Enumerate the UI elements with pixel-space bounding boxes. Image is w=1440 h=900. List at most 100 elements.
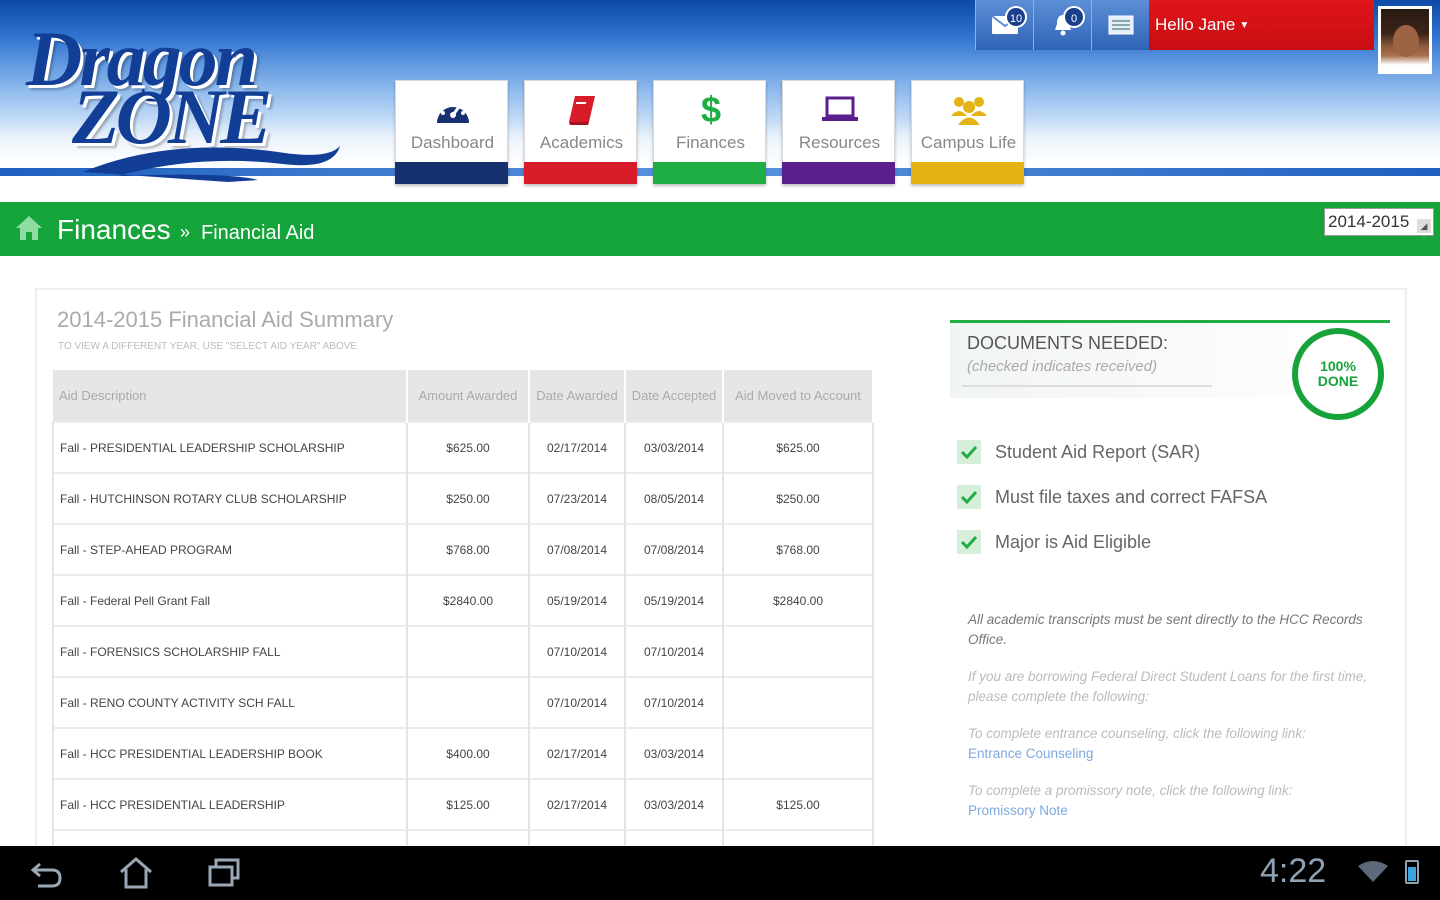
laptop-icon [821,96,858,121]
entrance-counseling-text: To complete entrance counseling, click t… [968,726,1306,741]
checkmark-icon [961,535,977,549]
list-icon [1108,15,1133,35]
tab-finances-colorbar [653,162,766,184]
checkbox-checked [957,485,981,509]
amount-awarded: $250.00 [407,472,530,524]
back-icon[interactable] [30,856,64,890]
col-aid-description: Aid Description [53,370,408,422]
promissory-note-note: To complete a promissory note, click the… [968,781,1368,821]
table-row: Fall - FORENSICS SCHOLARSHIP FALL 07/10/… [52,625,874,677]
date-accepted: 03/03/2014 [625,727,724,779]
people-icon [950,97,987,125]
date-accepted: 03/03/2014 [625,778,724,830]
entrance-counseling-note: To complete entrance counseling, click t… [968,724,1368,764]
status-clock: 4:22 [1260,852,1327,890]
checkbox-checked [957,440,981,464]
documents-title: DOCUMENTS NEEDED: [967,333,1169,353]
tab-dashboard-label: Dashboard [410,133,495,152]
user-menu-button[interactable]: Hello Jane ▼ [1149,0,1374,50]
tab-dashboard[interactable]: Dashboard [395,80,508,184]
tab-academics[interactable]: Academics [524,80,637,184]
date-accepted: 05/19/2014 [625,574,724,626]
date-accepted: 07/10/2014 [625,676,724,728]
entrance-counseling-link[interactable]: Entrance Counseling [968,744,1368,764]
date-accepted: 03/03/2014 [625,421,724,473]
aid-moved [723,625,874,677]
document-label: Student Aid Report (SAR) [995,441,1201,462]
aid-description: Fall - RENO COUNTY ACTIVITY SCH FALL [52,676,408,728]
date-accepted: 08/05/2014 [625,472,724,524]
table-row: Fall - PRESIDENTIAL LEADERSHIP SCHOLARSH… [52,421,874,473]
document-label: Major is Aid Eligible [995,531,1152,552]
date-accepted: 07/08/2014 [625,523,724,575]
financial-aid-table: Aid Description Amount Awarded Date Awar… [52,370,874,881]
checkbox-checked [957,530,981,554]
promissory-note-link[interactable]: Promissory Note [968,801,1368,821]
col-date-accepted: Date Accepted [625,370,724,422]
loans-note: If you are borrowing Federal Direct Stud… [968,669,1368,704]
aid-year-value: 2014-2015 [1328,212,1410,231]
amount-awarded [407,676,530,728]
messages-button[interactable]: 10 [975,0,1033,50]
breadcrumb-section[interactable]: Finances [57,214,171,246]
home-icon[interactable] [14,214,44,242]
breadcrumb: Finances » Financial Aid [0,202,1440,256]
battery-level [1408,867,1416,881]
notifications-button[interactable]: 0 [1033,0,1091,50]
home-nav-icon[interactable] [118,856,154,890]
checkmark-icon [961,445,977,459]
date-awarded: 02/17/2014 [529,778,626,830]
greeting-label: Hello Jane [1155,15,1236,34]
date-awarded: 02/17/2014 [529,421,626,473]
main-nav: Dashboard Academics $ Finances Resources… [395,80,1024,184]
aid-description: Fall - PRESIDENTIAL LEADERSHIP SCHOLARSH… [52,421,408,473]
system-navigation-bar [0,846,1440,900]
breadcrumb-separator: » [180,222,191,242]
dashboard-gauge-icon [436,100,469,123]
date-awarded: 07/23/2014 [529,472,626,524]
table-header-row: Aid Description Amount Awarded Date Awar… [53,370,874,422]
document-label: Must file taxes and correct FAFSA [995,486,1268,507]
aid-description: Fall - Federal Pell Grant Fall [52,574,408,626]
amount-awarded: $2840.00 [407,574,530,626]
amount-awarded: $768.00 [407,523,530,575]
avatar-face [1393,25,1419,57]
aid-description: Fall - FORENSICS SCHOLARSHIP FALL [52,625,408,677]
aid-moved [723,727,874,779]
aid-moved: $768.00 [723,523,874,575]
book-icon [568,96,595,125]
select-arrow-icon: ◢ [1417,219,1431,233]
tab-campus-life[interactable]: Campus Life [911,80,1024,184]
date-awarded: 05/19/2014 [529,574,626,626]
dollar-icon: $ [700,92,720,128]
transcripts-note: All academic transcripts must be sent di… [968,612,1363,647]
amount-awarded: $125.00 [407,778,530,830]
date-awarded: 02/17/2014 [529,727,626,779]
aid-description: Fall - STEP-AHEAD PROGRAM [52,523,408,575]
summary-subtitle: To view a different year, use "Select Ai… [58,341,358,352]
aid-description: Fall - HCC PRESIDENTIAL LEADERSHIP [52,778,408,830]
summary-title: 2014-2015 Financial Aid Summary [57,307,394,332]
aid-year-select[interactable]: 2014-2015 ◢ [1324,208,1434,236]
battery-icon [1405,860,1419,884]
breadcrumb-page: Financial Aid [201,222,315,244]
table-row: Fall - RENO COUNTY ACTIVITY SCH FALL 07/… [52,676,874,728]
amount-awarded: $625.00 [407,421,530,473]
tab-campus-life-colorbar [911,162,1024,184]
tab-academics-colorbar [524,162,637,184]
svg-text:$: $ [700,92,720,128]
user-avatar[interactable] [1378,6,1432,74]
wifi-signal-icon [1358,861,1388,882]
table-row: Fall - STEP-AHEAD PROGRAM $768.00 07/08/… [52,523,874,575]
tab-finances[interactable]: $ Finances [653,80,766,184]
aid-moved: $250.00 [723,472,874,524]
table-row: Fall - HUTCHINSON ROTARY CLUB SCHOLARSHI… [52,472,874,524]
date-accepted: 07/10/2014 [625,625,724,677]
recent-apps-icon[interactable] [206,856,242,890]
menu-list-button[interactable] [1091,0,1149,50]
dragonzone-logo[interactable]: Dragon ZONE [18,14,340,184]
logo-swoosh-icon [83,146,340,182]
tab-resources[interactable]: Resources [782,80,895,184]
table-row: Fall - HCC PRESIDENTIAL LEADERSHIP BOOK … [52,727,874,779]
aid-moved [723,676,874,728]
